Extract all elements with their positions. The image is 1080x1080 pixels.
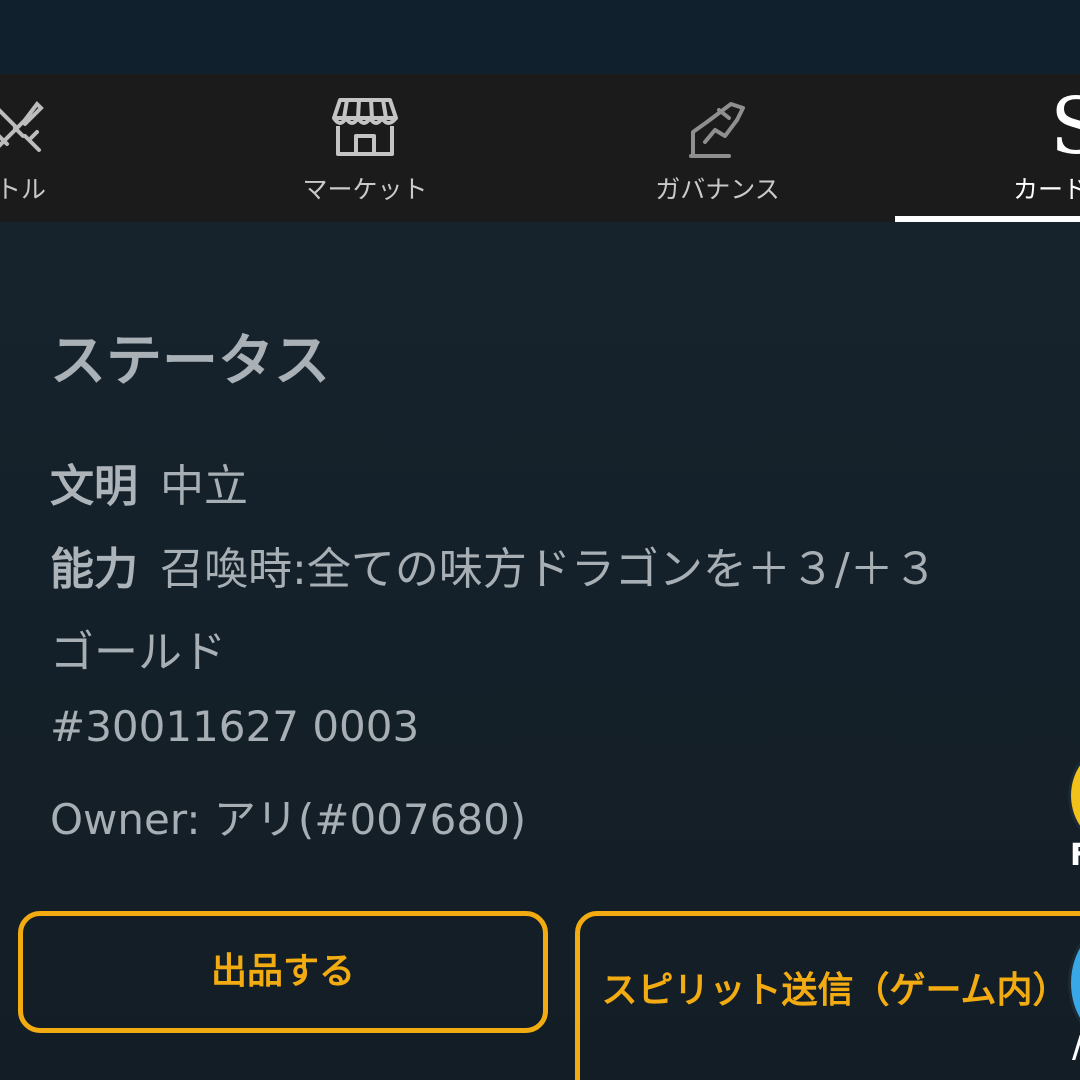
- ability-value: 召喚時:全ての味方ドラゴンを＋３/＋３: [160, 544, 938, 595]
- tab-market-label: マーケット: [302, 175, 428, 204]
- civilization-label: 文明: [50, 461, 138, 512]
- tab-bar: トル マーケット ガバナンス S カード: [0, 74, 1080, 222]
- tab-governance[interactable]: ガバナンス: [600, 74, 835, 222]
- tab-cards[interactable]: S カード: [895, 74, 1080, 222]
- storefront-icon: [328, 96, 402, 162]
- status-strip: [0, 0, 1080, 74]
- owner-info: Owner: アリ(#007680): [50, 795, 527, 844]
- card-logo-icon: S: [1050, 82, 1080, 172]
- hand-ballot-icon: [685, 96, 751, 166]
- tab-cards-label: カード: [1013, 175, 1080, 204]
- card-id: #30011627 0003: [50, 702, 420, 751]
- ability-label: 能力: [50, 544, 138, 595]
- ability-row: 能力 召喚時:全ての味方ドラゴンを＋３/＋３: [50, 533, 938, 597]
- active-tab-indicator: [895, 216, 1080, 222]
- send-spirit-button[interactable]: スピリット送信（ゲーム内）: [575, 911, 1080, 1080]
- gold-badge-letter: F: [1070, 838, 1080, 873]
- tab-governance-label: ガバナンス: [655, 175, 780, 204]
- gold-badge-icon[interactable]: [1068, 745, 1080, 846]
- app-screen: トル マーケット ガバナンス S カード ステータス 文明 中立 能力 召喚時:…: [0, 0, 1080, 1080]
- ability-value-continued: ゴールド: [50, 627, 226, 678]
- tab-battle[interactable]: トル: [0, 74, 110, 222]
- status-heading: ステータス: [50, 329, 330, 394]
- list-for-sale-button[interactable]: 出品する: [18, 911, 548, 1033]
- civilization-row: 文明 中立: [50, 450, 248, 514]
- tab-market[interactable]: マーケット: [250, 74, 480, 222]
- civilization-value: 中立: [160, 461, 248, 512]
- tab-battle-label: トル: [0, 175, 46, 204]
- crossed-swords-icon: [0, 96, 49, 164]
